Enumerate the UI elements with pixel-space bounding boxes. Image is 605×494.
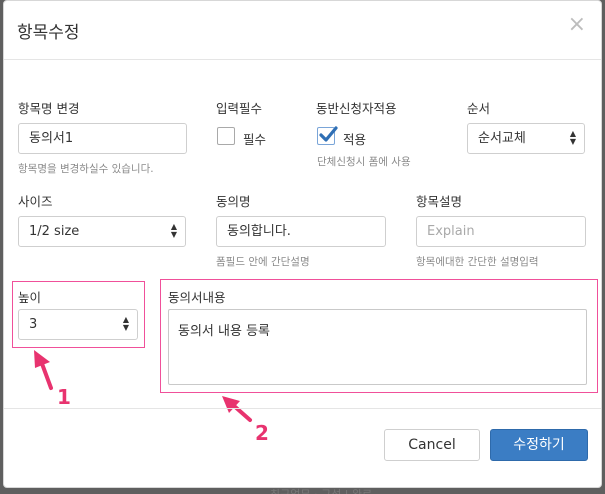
modal-footer: Cancel 수정하기	[4, 408, 601, 487]
edit-item-modal: 항목수정 × 항목명 변경 동의서1 항목명을 변경하실수 있습니다. 입력필수…	[3, 0, 602, 488]
cancel-button[interactable]: Cancel	[384, 429, 480, 461]
annotation-number-1: 1	[57, 385, 71, 409]
submit-button[interactable]: 수정하기	[490, 429, 588, 461]
annotation-arrow-1-icon	[34, 350, 53, 390]
